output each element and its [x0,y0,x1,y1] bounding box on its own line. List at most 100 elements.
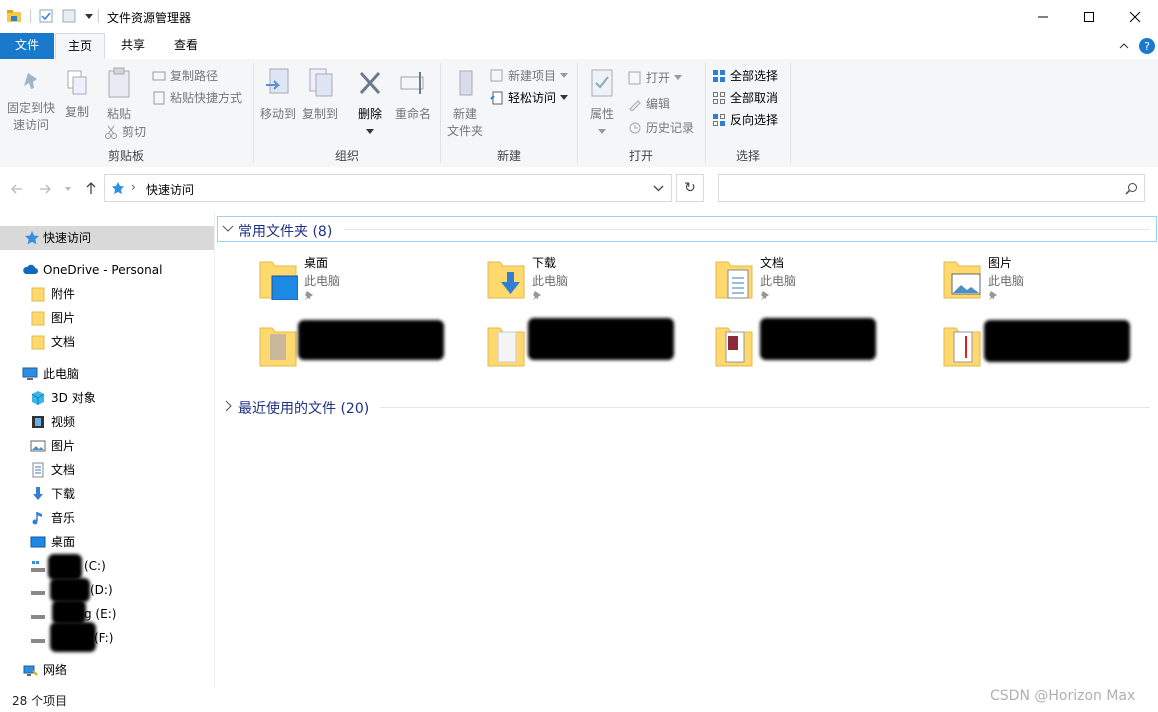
address-bar[interactable]: › 快速访问 [104,174,672,202]
move-to-icon [266,68,289,94]
rename-label: 重命名 [394,107,431,121]
folder-tile-pictures[interactable]: 图片 此电脑 [942,254,1142,308]
copy-button[interactable]: 复制 [60,69,94,121]
copy-path-label: 复制路径 [170,69,219,83]
properties-label: 属性 [589,107,614,121]
chevron-up-icon[interactable] [1118,40,1130,52]
title-bar: 文件资源管理器 [0,0,1158,33]
new-folder-button[interactable]: 新建 文件夹 [444,67,486,140]
chevron-right-icon[interactable] [224,400,234,412]
paste-icon [108,67,130,98]
folder-icon [31,311,45,326]
redaction-scribble [760,318,876,360]
explorer-icon[interactable] [6,8,22,24]
minimize-button[interactable] [1020,0,1066,33]
copy-label: 复制 [64,105,89,119]
pin-to-quick-access-button[interactable]: 固定到快 速访问 [4,69,58,134]
address-dropdown-chevron-icon[interactable] [645,174,672,202]
watermark: CSDN @Horizon Max [990,688,1136,704]
recent-locations-chevron-icon[interactable] [64,185,72,193]
paste-button[interactable]: 粘贴 [100,67,138,123]
chevron-down-icon[interactable] [222,224,234,234]
history-label: 历史记录 [646,121,695,135]
help-icon[interactable]: ? [1138,37,1156,55]
folder-icon [943,327,981,367]
open-button[interactable]: 打开 [628,69,683,86]
folder-tile-redacted[interactable] [486,318,686,372]
folder-tile-downloads[interactable]: 下载 此电脑 [486,254,686,308]
paste-shortcut-icon [153,91,165,104]
tab-file[interactable]: 文件 [0,33,54,59]
folder-tile-documents[interactable]: 文档 此电脑 [714,254,914,308]
nav-item-quick-access[interactable]: 快速访问 [24,226,214,250]
new-folder-icon[interactable] [61,8,77,24]
easy-access-button[interactable]: 轻松访问 [490,89,569,106]
folder-tile-redacted[interactable] [258,318,458,372]
breadcrumb-quick-access[interactable]: 快速访问 [146,181,194,198]
edit-button[interactable]: 编辑 [628,95,670,112]
tab-home[interactable]: 主页 [55,33,105,59]
rename-button[interactable]: 重命名 [392,67,434,123]
paste-shortcut-button[interactable]: 粘贴快捷方式 [152,89,242,106]
system-drive-icon [31,561,45,572]
section-divider [344,229,1150,230]
new-folder-icon [459,70,473,96]
move-to-button[interactable]: 移动到 [258,67,298,123]
select-all-button[interactable]: 全部选择 [712,67,778,84]
clipboard-group-label: 剪贴板 [107,149,144,163]
star-icon [25,231,39,245]
delete-button[interactable]: 删除 [352,67,388,140]
search-icon [1125,183,1137,195]
history-button[interactable]: 历史记录 [628,119,694,136]
cut-button[interactable]: 剪切 [104,123,146,140]
pane-divider[interactable] [214,211,215,688]
chevron-down-icon [560,94,569,100]
up-arrow-icon[interactable] [84,181,98,195]
refresh-button[interactable]: ↻ [676,174,704,202]
network-icon [23,665,38,676]
tab-view[interactable]: 查看 [162,33,210,59]
folder-tile-desktop[interactable]: 桌面 此电脑 [258,254,458,308]
chevron-down-icon [560,72,569,78]
tab-share[interactable]: 共享 [109,33,157,59]
folder-tile-redacted[interactable] [942,318,1142,372]
ribbon: 固定到快 速访问 复制 粘贴 复制路径 粘贴快捷方式 剪切 剪贴板 移动到 复制… [0,59,1158,168]
close-button[interactable] [1112,0,1158,33]
invert-selection-button[interactable]: 反向选择 [712,111,778,128]
chevron-down-icon [598,129,606,134]
back-arrow-icon[interactable] [10,182,24,196]
select-none-label: 全部取消 [730,91,779,105]
folder-tile-redacted[interactable] [714,318,914,372]
nav-label: 此电脑 [43,367,80,381]
rename-icon [400,72,424,94]
chevron-down-icon[interactable] [81,8,97,24]
redaction-scribble [52,600,86,624]
forward-arrow-icon[interactable] [38,182,52,196]
nav-label: 图片 [51,439,76,453]
folder-icon [31,335,45,350]
new-item-button[interactable]: 新建项目 [490,67,569,84]
pin-icon [24,73,37,89]
folder-location: 此电脑 [988,274,1025,288]
quick-access-star-icon [112,182,124,194]
folder-name: 桌面 [304,256,329,270]
music-note-icon [32,512,42,525]
pin-icon [533,291,541,300]
redaction-scribble [48,554,82,580]
pin-icon [989,291,997,300]
recent-files-header[interactable]: 最近使用的文件 (20) [238,398,369,418]
ribbon-tabs: 文件 主页 共享 查看 ? [0,33,1158,60]
copy-to-button[interactable]: 复制到 [300,67,340,123]
search-input[interactable] [718,174,1145,202]
open-icon [628,71,641,84]
cut-label: 剪切 [122,125,147,139]
nav-item-onedrive[interactable]: OneDrive - Personal [22,258,212,282]
copy-path-button[interactable]: 复制路径 [152,67,218,84]
nav-label: (F:) [94,631,114,645]
properties-icon[interactable] [38,8,54,24]
drive-icon [31,639,45,643]
properties-button[interactable]: 属性 [582,67,622,140]
select-none-button[interactable]: 全部取消 [712,89,778,106]
maximize-button[interactable] [1066,0,1112,33]
documents-folder-icon [715,261,753,299]
